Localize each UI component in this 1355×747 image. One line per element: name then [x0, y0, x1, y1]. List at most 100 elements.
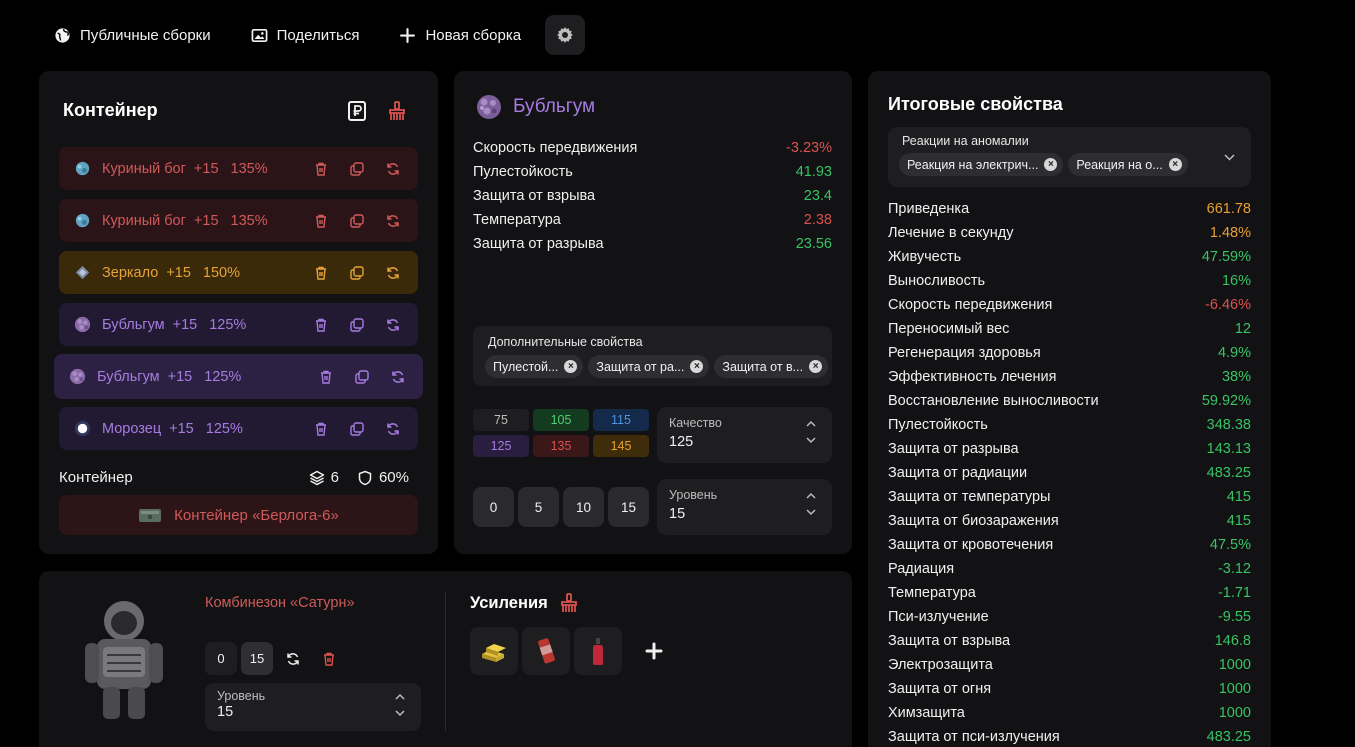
- armor-level-preset[interactable]: 15: [241, 642, 273, 675]
- summary-property-row: Защита от огня 1000: [888, 681, 1251, 705]
- summary-property-value: 146.8: [1214, 633, 1251, 649]
- summary-property-row: Защита от разрыва 143.13: [888, 441, 1251, 465]
- refresh-icon[interactable]: [386, 318, 400, 332]
- copy-icon[interactable]: [350, 161, 364, 176]
- property-chip[interactable]: Защита от в... ×: [714, 355, 829, 378]
- property-label: Защита от разрыва: [473, 236, 604, 252]
- upgrade-slot[interactable]: [470, 627, 518, 675]
- add-upgrade-button[interactable]: [630, 627, 678, 675]
- ruble-icon[interactable]: [348, 101, 366, 121]
- summary-property-row: Регенерация здоровья 4.9%: [888, 345, 1251, 369]
- broom-icon[interactable]: [560, 593, 578, 613]
- container-icon: [139, 509, 162, 522]
- broom-icon[interactable]: [388, 101, 406, 121]
- chevron-down-icon[interactable]: [395, 709, 405, 717]
- armor-level-preset[interactable]: 0: [205, 642, 237, 675]
- level-preset-button[interactable]: 0: [473, 487, 514, 527]
- extra-properties-select[interactable]: Дополнительные свойства Пулестой... × Защ…: [473, 326, 832, 386]
- artifact-row[interactable]: Морозец +15 125%: [59, 407, 418, 450]
- reaction-chip[interactable]: Реакция на о... ×: [1068, 153, 1188, 176]
- artifact-row[interactable]: Зеркало +15 150%: [59, 251, 418, 294]
- armor-delete-button[interactable]: [313, 642, 345, 675]
- armor-suit-image: [85, 601, 163, 719]
- close-icon[interactable]: ×: [690, 360, 704, 373]
- summary-property-value: 47.5%: [1209, 537, 1251, 553]
- summary-property-label: Защита от биозаражения: [888, 513, 1059, 529]
- property-chip[interactable]: Защита от ра... ×: [588, 355, 710, 378]
- chevron-down-icon[interactable]: [806, 508, 816, 516]
- quality-preset-button[interactable]: 115: [593, 409, 649, 431]
- armor-level-label: Уровень: [217, 689, 266, 703]
- new-build-button[interactable]: Новая сборка: [399, 27, 521, 44]
- trash-icon: [324, 652, 334, 666]
- close-icon[interactable]: ×: [1168, 158, 1182, 171]
- copy-icon[interactable]: [350, 421, 364, 436]
- summary-property-row: Защита от радиации 483.25: [888, 465, 1251, 489]
- reaction-chip[interactable]: Реакция на электрич... ×: [899, 153, 1064, 176]
- quality-preset-button[interactable]: 105: [533, 409, 589, 431]
- share-label: Поделиться: [276, 26, 360, 44]
- gear-icon: [557, 27, 573, 43]
- property-chip[interactable]: Пулестой... ×: [485, 355, 584, 378]
- copy-icon[interactable]: [350, 265, 364, 280]
- copy-icon[interactable]: [350, 317, 364, 332]
- artifact-row-selected[interactable]: Бубльгум +15 125%: [54, 354, 423, 399]
- level-preset-button[interactable]: 5: [518, 487, 559, 527]
- level-presets: 0 5 10 15: [473, 487, 649, 527]
- close-icon[interactable]: ×: [564, 360, 578, 373]
- refresh-icon[interactable]: [386, 266, 400, 280]
- plus-icon: [645, 642, 663, 660]
- artifact-row[interactable]: Бубльгум +15 125%: [59, 303, 418, 346]
- trash-icon[interactable]: [314, 422, 328, 436]
- close-icon[interactable]: ×: [1044, 158, 1058, 171]
- chevron-up-icon[interactable]: [395, 693, 405, 701]
- upgrade-slot[interactable]: [522, 627, 570, 675]
- chevron-down-icon[interactable]: [806, 436, 816, 444]
- artifact-row[interactable]: Куриный бог +15 135%: [59, 147, 418, 190]
- summary-property-row: Пси-излучение -9.55: [888, 609, 1251, 633]
- level-stepper[interactable]: Уровень 15: [657, 479, 832, 535]
- container-select-button[interactable]: Контейнер «Берлога-6»: [59, 495, 418, 535]
- upgrade-slot[interactable]: [574, 627, 622, 675]
- refresh-icon[interactable]: [386, 214, 400, 228]
- settings-button[interactable]: [545, 15, 586, 55]
- share-button[interactable]: Поделиться: [251, 26, 360, 44]
- summary-property-row: Радиация -3.12: [888, 561, 1251, 585]
- quality-preset-button[interactable]: 75: [473, 409, 529, 431]
- quality-preset-button[interactable]: 125: [473, 435, 529, 457]
- summary-property-value: 415: [1226, 513, 1251, 529]
- quality-preset-button[interactable]: 135: [533, 435, 589, 457]
- refresh-icon[interactable]: [391, 370, 405, 384]
- summary-property-value: -9.55: [1217, 609, 1251, 625]
- public-builds-button[interactable]: Публичные сборки: [54, 27, 211, 44]
- container-footer: Контейнер 6 60%: [59, 469, 409, 486]
- property-value: 23.4: [803, 188, 832, 204]
- artifact-row[interactable]: Куриный бог +15 135%: [59, 199, 418, 242]
- level-preset-button[interactable]: 10: [563, 487, 604, 527]
- quality-preset-button[interactable]: 145: [593, 435, 649, 457]
- trash-icon[interactable]: [314, 162, 328, 176]
- quality-stepper[interactable]: Качество 125: [657, 407, 832, 463]
- trash-icon[interactable]: [314, 266, 328, 280]
- chip-label: Реакция на о...: [1076, 157, 1163, 172]
- refresh-icon[interactable]: [386, 422, 400, 436]
- summary-property-row: Живучесть 47.59%: [888, 249, 1251, 273]
- chip-label: Защита от в...: [722, 359, 804, 374]
- chevron-down-icon[interactable]: [1224, 153, 1235, 161]
- copy-icon[interactable]: [350, 213, 364, 228]
- level-preset-button[interactable]: 15: [608, 487, 649, 527]
- trash-icon[interactable]: [314, 318, 328, 332]
- chevron-up-icon[interactable]: [806, 492, 816, 500]
- copy-icon[interactable]: [355, 369, 369, 384]
- refresh-icon[interactable]: [386, 162, 400, 176]
- summary-property-value: -3.12: [1217, 561, 1251, 577]
- anomaly-reactions-select[interactable]: Реакции на аномалии Реакция на электрич.…: [888, 127, 1251, 187]
- armor-refresh-button[interactable]: [277, 642, 309, 675]
- trash-icon[interactable]: [319, 370, 333, 384]
- armor-level-stepper[interactable]: Уровень 15: [205, 683, 421, 731]
- summary-property-label: Защита от огня: [888, 681, 992, 697]
- close-icon[interactable]: ×: [809, 360, 823, 373]
- trash-icon[interactable]: [314, 214, 328, 228]
- chevron-up-icon[interactable]: [806, 420, 816, 428]
- artifact-level: +15: [172, 316, 198, 333]
